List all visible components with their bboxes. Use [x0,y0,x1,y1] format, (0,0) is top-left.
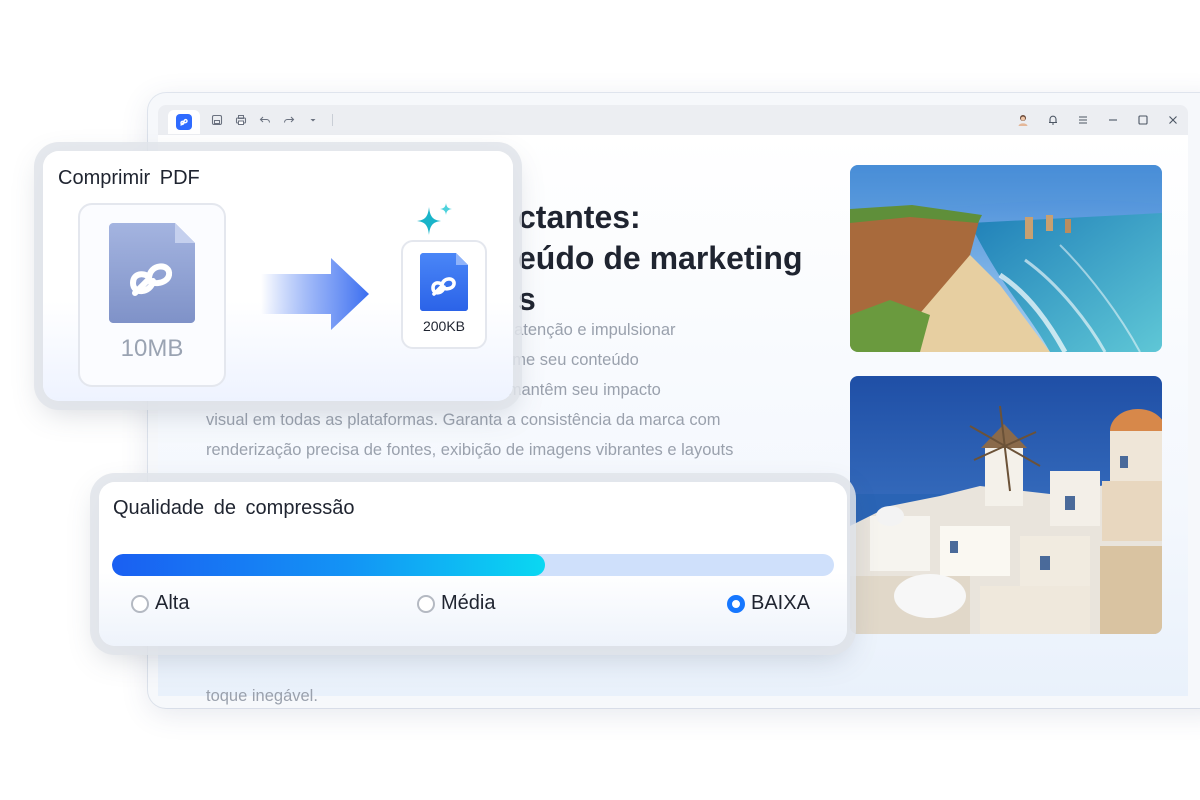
document-heading: ctantes: eúdo de marketing s [518,197,803,320]
radio-media[interactable] [417,594,435,613]
dropdown-icon[interactable] [306,113,320,127]
menu-icon[interactable] [1076,113,1090,127]
pdf-file-icon [109,223,195,323]
compression-quality-card: Qualidade de compressão Alta Média BAIXA [99,482,847,646]
santorini-photo [850,376,1162,634]
document-tail-text: toque inegável. [206,687,318,705]
source-file-tile: 10MB [78,203,226,387]
maximize-icon[interactable] [1136,113,1150,127]
toolbar-divider [332,114,333,126]
compress-pdf-card: Comprimir PDF 10MB 200KB [43,151,513,401]
minimize-icon[interactable] [1106,113,1120,127]
quality-slider-fill [112,554,546,576]
coastline-photo [850,165,1162,352]
option-media-label: Média [441,592,496,614]
title-bar [158,105,1188,135]
save-icon[interactable] [210,113,224,127]
stage: ctantes:eúdo de marketings para chamar a… [0,0,1200,800]
arrow-right-icon [261,258,369,330]
quality-card-title: Qualidade de compressão [113,497,355,519]
compressed-file-tile: 200KB [401,240,487,349]
heading-line: s [518,281,536,317]
option-baixa-label: BAIXA [751,592,810,614]
option-media[interactable]: Média [417,592,495,615]
avatar-icon[interactable] [1016,113,1030,127]
compress-card-title: Comprimir PDF [58,167,200,189]
quality-slider[interactable] [112,554,834,576]
heading-line: eúdo de marketing [518,240,803,276]
body-line: visual em todas as plataformas. Garanta … [206,411,721,429]
compressed-file-size: 200KB [422,318,466,334]
tab-document[interactable] [168,110,200,134]
heading-line: ctantes: [518,199,641,235]
close-icon[interactable] [1166,113,1180,127]
compressed-pdf-icon [420,253,468,311]
bell-icon[interactable] [1046,113,1060,127]
app-logo-icon [176,114,192,130]
radio-alta[interactable] [131,594,149,613]
option-baixa[interactable]: BAIXA [727,592,810,615]
redo-icon[interactable] [282,113,296,127]
source-file-size: 10MB [120,335,184,362]
print-icon[interactable] [234,113,248,127]
undo-icon[interactable] [258,113,272,127]
sparkle-icon [417,203,452,235]
window-controls [1016,105,1188,135]
option-alta-label: Alta [155,592,190,614]
body-line: renderização precisa de fontes, exibição… [206,441,734,459]
radio-baixa[interactable] [727,594,745,613]
option-alta[interactable]: Alta [131,592,189,615]
